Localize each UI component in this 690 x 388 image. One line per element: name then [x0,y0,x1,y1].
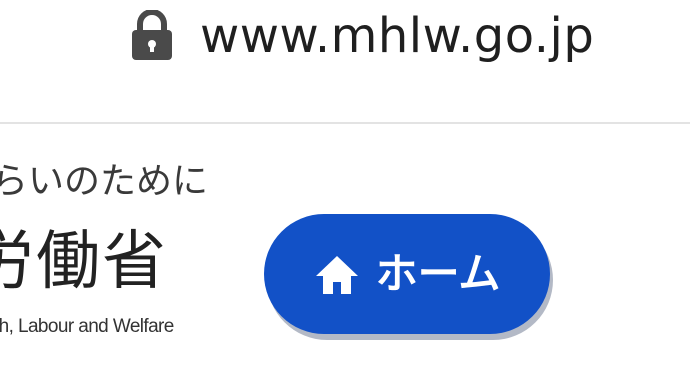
ministry-logo-jp[interactable]: 労働省 [0,222,168,302]
lock-icon[interactable] [128,9,176,62]
address-bar[interactable]: www.mhlw.go.jp [0,0,690,122]
home-icon [314,254,360,296]
ministry-logo-en: th, Labour and Welfare [0,316,174,337]
site-tagline: らいのために [0,161,209,202]
url-text[interactable]: www.mhlw.go.jp [200,3,594,69]
address-bar-divider [0,122,690,124]
home-button[interactable]: ホーム [264,214,550,334]
home-button-label: ホーム [375,249,501,298]
